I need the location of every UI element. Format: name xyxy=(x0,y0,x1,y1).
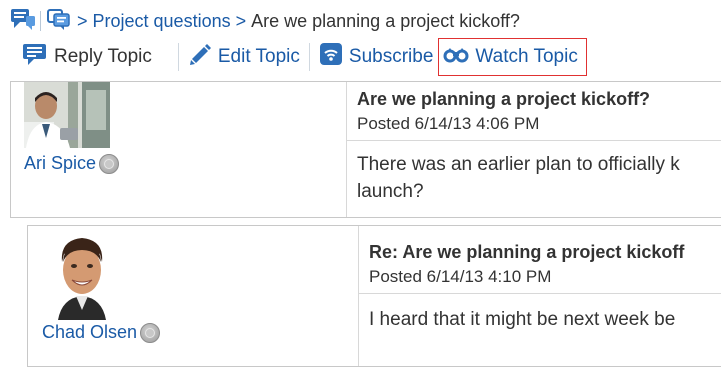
subscribe-icon xyxy=(319,42,343,72)
author-name[interactable]: Chad Olsen xyxy=(42,322,161,343)
author-name[interactable]: Ari Spice xyxy=(24,153,120,174)
author-name-text: Chad Olsen xyxy=(42,322,138,342)
toolbar-divider xyxy=(308,43,310,71)
breadcrumb-current-topic: Are we planning a project kickoff? xyxy=(251,10,520,31)
edit-topic-button[interactable]: Edit Topic xyxy=(188,41,300,73)
topic-toolbar: Reply Topic Edit Topic Subscribe Watch T… xyxy=(22,38,587,76)
post-header-divider xyxy=(359,293,721,294)
post-body-line: launch? xyxy=(357,181,424,202)
watch-binoculars-icon xyxy=(443,43,469,71)
reply-topic-label: Reply Topic xyxy=(54,46,152,67)
presence-icon xyxy=(99,153,120,174)
reply-icon xyxy=(22,42,48,72)
post-header-divider xyxy=(347,140,721,141)
breadcrumb: > Project questions > Are we planning a … xyxy=(10,8,520,34)
breadcrumb-separator: > xyxy=(235,10,247,31)
author-name-text: Ari Spice xyxy=(24,153,97,173)
post-body-line: I heard that it might be next week be xyxy=(369,309,676,330)
edit-pencil-icon xyxy=(188,42,212,72)
post-author-column: Ari Spice xyxy=(11,82,347,217)
toolbar-divider xyxy=(177,43,179,71)
post-title: Are we planning a project kickoff? xyxy=(357,89,651,109)
breadcrumb-separator: > xyxy=(77,10,88,31)
subscribe-button[interactable]: Subscribe xyxy=(319,41,434,73)
post-timestamp: Posted 6/14/13 4:10 PM xyxy=(369,267,552,286)
subscribe-label: Subscribe xyxy=(348,46,434,67)
forum-icon[interactable] xyxy=(10,7,36,36)
topic-post: Ari Spice Are we planning a project kick… xyxy=(10,81,721,218)
edit-topic-label: Edit Topic xyxy=(217,46,300,67)
topic-icon[interactable] xyxy=(46,7,72,36)
watch-topic-button[interactable]: Watch Topic xyxy=(438,38,587,76)
reply-topic-button[interactable]: Reply Topic xyxy=(22,41,152,73)
breadcrumb-project-questions[interactable]: Project questions xyxy=(93,11,231,32)
presence-icon xyxy=(140,322,161,343)
post-author-column: Chad Olsen xyxy=(28,226,359,366)
watch-topic-label: Watch Topic xyxy=(475,46,578,67)
post-body-line: There was an earlier plan to officially … xyxy=(357,154,680,175)
breadcrumb-divider xyxy=(40,11,41,31)
post-title: Re: Are we planning a project kickoff xyxy=(369,242,685,262)
avatar[interactable] xyxy=(24,82,110,148)
post-timestamp: Posted 6/14/13 4:06 PM xyxy=(357,114,540,133)
reply-post: Chad Olsen Re: Are we planning a project… xyxy=(27,225,721,367)
avatar[interactable] xyxy=(50,232,114,320)
